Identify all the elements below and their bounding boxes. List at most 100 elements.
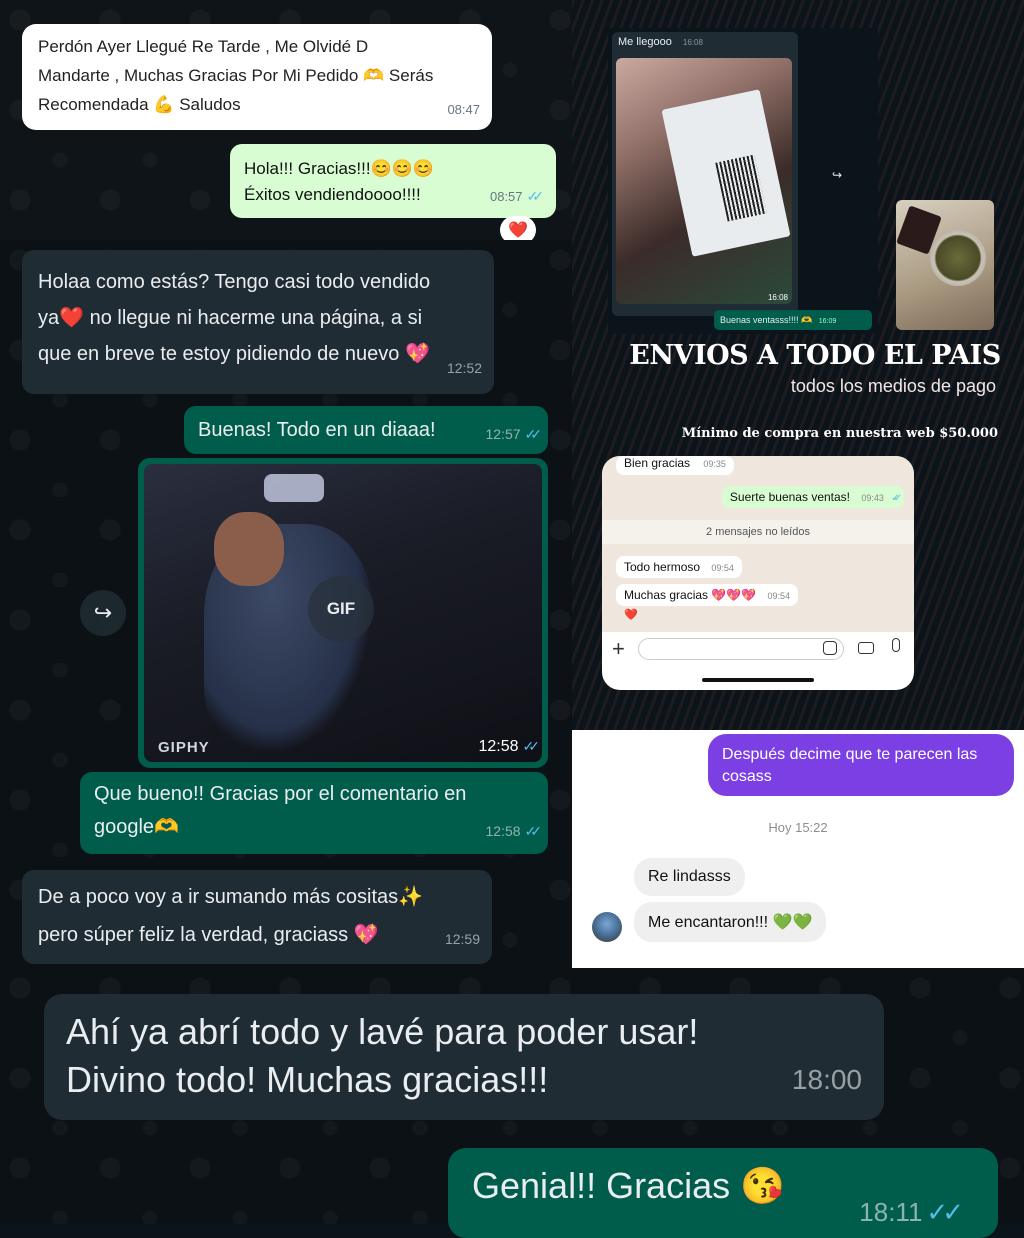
mate-cup — [930, 230, 986, 286]
avatar[interactable] — [592, 912, 622, 942]
chat-screenshot-2: Holaa como estás? Tengo casi todo vendid… — [0, 240, 572, 968]
chat-screenshot-3: Ahí ya abrí todo y lavé para poder usar!… — [0, 968, 1024, 1238]
outgoing-message: Buenas ventasss!!!! 🫶 16:09 — [714, 310, 872, 330]
double-check-icon: ✓✓ — [524, 426, 543, 442]
time-label: 12:58 — [485, 823, 521, 839]
message-time: 12:52 — [446, 360, 482, 376]
message-line: cosass — [722, 768, 772, 785]
message-time: 12:58 ✓✓ — [485, 815, 543, 848]
message-time: 16:08 — [682, 38, 703, 47]
unread-divider: 2 mensajes no leídos — [602, 520, 914, 544]
message-line: Ahí ya abrí todo y lavé para poder usar! — [66, 1011, 699, 1052]
message-label: Buenas ventasss!!!! 🫶 — [720, 315, 813, 325]
message-time: 12:59 — [444, 931, 480, 947]
message-time: 08:57 ✓✓ — [489, 183, 545, 210]
promo-subheadline: todos los medios de pago — [790, 376, 996, 396]
incoming-message: Bien gracias 09:35 — [616, 456, 734, 475]
instagram-dm: Después decime que te parecen las cosass… — [572, 730, 1024, 968]
message-time: 12:58 ✓✓ — [478, 738, 541, 756]
message-date: Hoy 15:22 — [768, 820, 828, 835]
time-label: 18:11 — [859, 1197, 923, 1227]
incoming-message: Ahí ya abrí todo y lavé para poder usar!… — [44, 994, 884, 1120]
message-label: Suerte buenas ventas! — [729, 490, 851, 504]
outgoing-message: Suerte buenas ventas! 09:43 ✓✓ — [721, 486, 904, 508]
message-line: Holaa como estás? Tengo casi todo vendid… — [38, 271, 431, 293]
time-label: 12:57 — [485, 426, 521, 442]
message-line: Después decime que te parecen las — [722, 746, 978, 763]
incoming-message: Me llegooo 16:08 16:08 — [612, 32, 798, 316]
message-label: Todo hermoso — [624, 560, 701, 574]
message-line: Que bueno!! Gracias por el comentario en — [94, 783, 467, 805]
message-label: Me llegooo — [618, 36, 672, 48]
outgoing-message: Genial!! Gracias 😘 18:11 ✓✓ — [448, 1148, 998, 1238]
light-glow — [264, 474, 324, 502]
phone-chat-card: Bien gracias 09:35 Suerte buenas ventas!… — [602, 456, 914, 690]
home-indicator — [702, 678, 814, 682]
incoming-message: Re lindasss — [634, 858, 745, 896]
message-time: 18:11 ✓✓ — [859, 1186, 964, 1238]
mate-photo — [896, 200, 994, 330]
incoming-message: De a poco voy a ir sumando más cositas✨ … — [22, 870, 492, 964]
incoming-message: Todo hermoso 09:54 — [616, 556, 742, 578]
message-label: Me encantaron!!! 💚💚 — [648, 914, 813, 931]
double-check-icon: ✓✓ — [524, 823, 543, 839]
message-input[interactable] — [638, 638, 844, 660]
outgoing-message: Después decime que te parecen las cosass — [708, 734, 1014, 796]
incoming-message: Me encantaron!!! 💚💚 — [634, 902, 827, 942]
package-photo: 16:08 — [616, 58, 792, 304]
forward-button[interactable]: ↪ — [80, 590, 126, 636]
reaction-badge: ❤️ — [624, 608, 638, 621]
sticker-icon[interactable] — [823, 641, 837, 655]
outgoing-message: Que bueno!! Gracias por el comentario en… — [80, 772, 548, 854]
message-label: Re lindasss — [648, 868, 731, 885]
message-line: Hola!!! Gracias!!!😊😊😊 — [244, 159, 435, 178]
heart-icon: ❤️ — [508, 220, 528, 239]
promo-headline: ENVIOS A TODO EL PAIS — [629, 340, 1001, 371]
photo-time: 16:08 — [767, 293, 788, 302]
time-label: 08:57 — [489, 189, 523, 204]
message-line: pero súper feliz la verdad, graciass 💖 — [38, 924, 379, 946]
outgoing-message: Hola!!! Gracias!!!😊😊😊 Éxitos vendiendooo… — [230, 144, 556, 218]
incoming-message: Perdón Ayer Llegué Re Tarde , Me Olvidé … — [22, 24, 492, 130]
double-check-icon: ✓✓ — [522, 738, 541, 754]
message-line: De a poco voy a ir sumando más cositas✨ — [38, 886, 424, 908]
gif-badge[interactable]: GIF — [308, 576, 374, 642]
figure-head — [214, 512, 284, 586]
message-line: google🫶 — [94, 816, 179, 838]
time-label: 12:58 — [478, 738, 519, 755]
message-line: que en breve te estoy pidiendo de nuevo … — [38, 343, 430, 365]
message-label: Bien gracias — [624, 456, 691, 470]
outgoing-message: Buenas! Todo en un diaaa! 12:57 ✓✓ — [184, 406, 548, 454]
incoming-message: Muchas gracias 💖💖💖 09:54 — [616, 584, 799, 606]
message-time: 18:00 — [791, 1064, 862, 1095]
giphy-label: GIPHY — [158, 739, 210, 756]
mic-icon[interactable] — [892, 638, 900, 652]
forward-icon: ↪ — [93, 601, 113, 626]
message-line: ya❤️ no llegue ni hacerme una página, a … — [38, 307, 423, 329]
chat-preview: Me llegooo 16:08 16:08 ↪ Buenas ventasss… — [608, 28, 878, 334]
message-line: Divino todo! Muchas gracias!!! — [66, 1059, 549, 1100]
promo-panel: Me llegooo 16:08 16:08 ↪ Buenas ventasss… — [572, 0, 1024, 730]
double-check-icon: ✓✓ — [926, 1197, 963, 1227]
forward-icon[interactable]: ↪ — [832, 168, 842, 182]
message-text: Buenas! Todo en un diaaa! — [198, 419, 436, 441]
gif-message[interactable]: GIF GIPHY 12:58 ✓✓ — [138, 458, 548, 768]
message-time: 16:09 — [818, 318, 837, 325]
message-time: 09:54 — [767, 591, 791, 601]
message-time: 08:47 — [447, 102, 480, 117]
message-text: Me llegooo 16:08 — [618, 36, 703, 48]
message-line: Recomendada 💪 Saludos — [38, 95, 241, 114]
promo-minimum: Mínimo de compra en nuestra web $50.000 — [681, 426, 998, 441]
chat-screenshot-1: Perdón Ayer Llegué Re Tarde , Me Olvidé … — [0, 0, 572, 244]
message-line: Mandarte , Muchas Gracias Por Mi Pedido … — [38, 66, 434, 85]
double-check-icon: ✓✓ — [526, 188, 545, 204]
double-check-icon: ✓✓ — [891, 493, 901, 504]
heart-icon: ❤️ — [624, 608, 638, 621]
message-label: Muchas gracias 💖💖💖 — [624, 588, 757, 602]
plus-button[interactable]: + — [612, 636, 625, 662]
message-time: 12:57 ✓✓ — [485, 420, 543, 448]
camera-icon[interactable] — [858, 642, 874, 654]
message-line: Perdón Ayer Llegué Re Tarde , Me Olvidé … — [38, 37, 369, 56]
message-time: 09:43 — [861, 493, 884, 503]
unread-label: 2 mensajes no leídos — [706, 526, 810, 538]
